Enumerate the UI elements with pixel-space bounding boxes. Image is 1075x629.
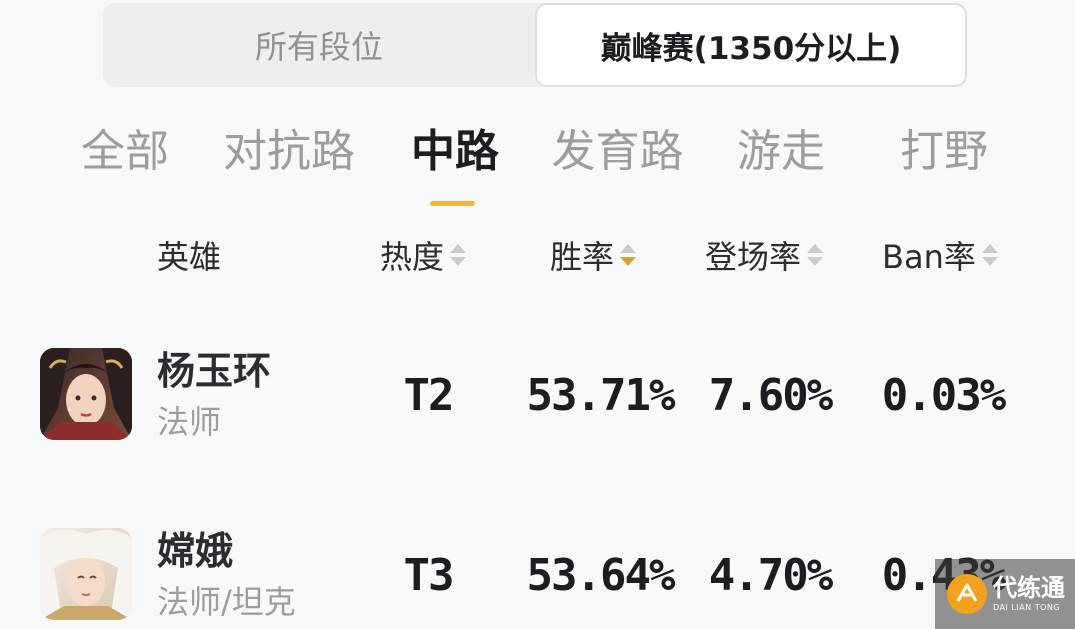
hero-ban-rate: 0.03%: [881, 369, 1006, 421]
tab-jungle[interactable]: 打野: [893, 112, 995, 182]
column-ban-rate-label: Ban率: [882, 238, 976, 276]
column-win-rate-label: 胜率: [550, 238, 615, 276]
hero-role: 法师: [157, 403, 222, 441]
hero-name[interactable]: 杨玉环: [157, 340, 271, 395]
sort-icon[interactable]: [981, 244, 998, 266]
tab-bot-lane[interactable]: 发育路: [545, 112, 690, 182]
tab-all[interactable]: 全部: [75, 112, 175, 182]
segment-peak-match[interactable]: 巅峰赛(1350分以上): [535, 3, 967, 87]
tab-roam[interactable]: 游走: [730, 112, 832, 182]
hero-name[interactable]: 嫦娥: [157, 520, 233, 575]
hero-win-rate: 53.64%: [526, 549, 676, 601]
sort-icon[interactable]: [450, 244, 467, 266]
hero-pick-rate: 4.70%: [708, 549, 833, 601]
sort-icon[interactable]: [807, 244, 824, 266]
active-tab-indicator: [430, 201, 475, 206]
column-heat[interactable]: 热度: [380, 232, 467, 278]
tab-mid-lane[interactable]: 中路: [400, 112, 510, 182]
hero-tier: T3: [403, 549, 455, 601]
segment-all-ranks[interactable]: 所有段位: [103, 3, 535, 87]
watermark-text: 代练通 DAI LIAN TONG: [993, 576, 1065, 612]
watermark-logo-icon: [947, 574, 987, 614]
watermark: 代练通 DAI LIAN TONG: [935, 559, 1075, 629]
column-hero: 英雄: [157, 232, 221, 278]
hero-role: 法师/坦克: [157, 583, 296, 621]
watermark-sub: DAI LIAN TONG: [993, 603, 1061, 612]
hero-tier: T2: [403, 369, 455, 421]
sort-desc-icon[interactable]: [620, 244, 637, 266]
column-pick-rate-label: 登场率: [705, 238, 802, 276]
column-hero-label: 英雄: [157, 238, 222, 276]
column-pick-rate[interactable]: 登场率: [705, 232, 824, 278]
hero-avatar[interactable]: [40, 528, 132, 620]
hero-pick-rate: 7.60%: [708, 369, 833, 421]
hero-win-rate: 53.71%: [526, 369, 676, 421]
column-ban-rate[interactable]: Ban率: [882, 232, 998, 278]
tab-top-lane[interactable]: 对抗路: [218, 112, 360, 182]
hero-ranking-screen: 所有段位 巅峰赛(1350分以上) 全部 对抗路 中路 发育路 游走 打野 英雄…: [0, 0, 1075, 629]
column-win-rate[interactable]: 胜率: [550, 232, 637, 278]
column-heat-label: 热度: [380, 238, 445, 276]
rank-segment-control: 所有段位 巅峰赛(1350分以上): [103, 3, 967, 87]
hero-avatar[interactable]: [40, 348, 132, 440]
watermark-main: 代练通: [993, 574, 1065, 602]
